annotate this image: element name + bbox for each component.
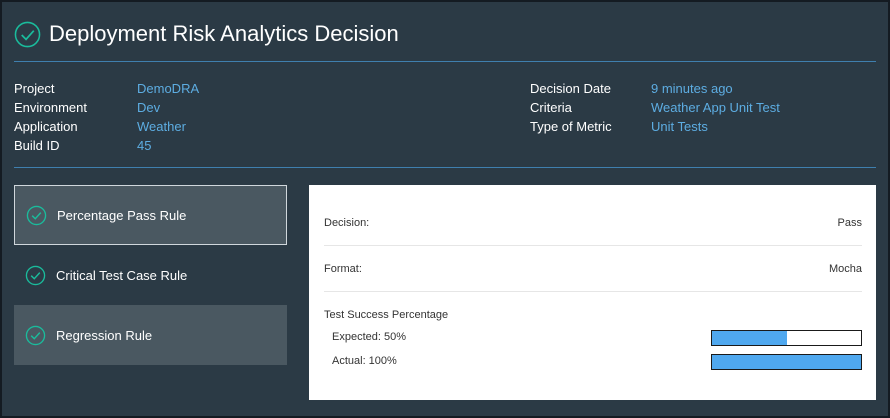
success-percentage-title: Test Success Percentage xyxy=(324,309,449,321)
actual-row: Actual: 100% xyxy=(332,354,862,370)
page-title: Deployment Risk Analytics Decision xyxy=(49,21,399,46)
project-link[interactable]: DemoDRA xyxy=(137,81,199,96)
metric-type-link[interactable]: Unit Tests xyxy=(651,119,708,134)
rule-item-regression[interactable]: Regression Rule xyxy=(14,305,287,365)
expected-row: Expected: 50% xyxy=(332,330,862,346)
actual-label: Actual: 100% xyxy=(332,355,397,367)
decision-value: Pass xyxy=(837,217,862,229)
page-header: Deployment Risk Analytics Decision xyxy=(14,16,399,52)
format-row: Format: Mocha xyxy=(324,263,862,275)
meta-row-criteria: Criteria Weather App Unit Test xyxy=(530,98,780,117)
rule-label: Critical Test Case Rule xyxy=(56,267,188,283)
check-circle-icon xyxy=(25,325,46,345)
build-info-right: Decision Date 9 minutes ago Criteria Wea… xyxy=(530,79,780,136)
decision-window: Deployment Risk Analytics Decision Proje… xyxy=(0,0,890,418)
rule-label: Percentage Pass Rule xyxy=(57,207,187,223)
header-divider xyxy=(14,61,876,62)
info-divider xyxy=(14,167,876,168)
build-info-left: Project DemoDRA Environment Dev Applicat… xyxy=(14,79,199,155)
criteria-link[interactable]: Weather App Unit Test xyxy=(651,100,780,115)
meta-label: Project xyxy=(14,81,55,96)
environment-link[interactable]: Dev xyxy=(137,100,160,115)
meta-row-environment: Environment Dev xyxy=(14,98,199,117)
row-divider xyxy=(324,245,862,246)
format-value: Mocha xyxy=(828,263,862,275)
check-circle-icon xyxy=(25,265,46,285)
decision-row: Decision: Pass xyxy=(324,217,862,229)
actual-progress-fill xyxy=(712,355,861,369)
meta-label: Environment xyxy=(14,100,87,115)
decision-label: Decision: xyxy=(324,217,370,229)
meta-row-project: Project DemoDRA xyxy=(14,79,199,98)
row-divider xyxy=(324,291,862,292)
meta-row-build-id: Build ID 45 xyxy=(14,136,199,155)
meta-label: Criteria xyxy=(530,100,572,115)
meta-row-application: Application Weather xyxy=(14,117,199,136)
format-label: Format: xyxy=(324,263,362,275)
actual-progress-bar xyxy=(711,354,862,370)
check-circle-icon xyxy=(14,21,41,47)
expected-progress-fill xyxy=(712,331,787,345)
application-link[interactable]: Weather xyxy=(137,119,186,134)
meta-label: Build ID xyxy=(14,138,60,153)
expected-label: Expected: 50% xyxy=(332,331,406,343)
rule-label: Regression Rule xyxy=(56,327,153,343)
meta-label: Decision Date xyxy=(530,81,611,96)
meta-label: Application xyxy=(14,119,78,134)
decision-date-value: 9 minutes ago xyxy=(651,81,733,96)
build-id-link[interactable]: 45 xyxy=(137,138,151,153)
check-circle-icon xyxy=(26,205,47,225)
expected-progress-bar xyxy=(711,330,862,346)
rule-item-critical-test-case[interactable]: Critical Test Case Rule xyxy=(14,245,287,305)
meta-row-metric-type: Type of Metric Unit Tests xyxy=(530,117,780,136)
rule-detail-panel: Decision: Pass Format: Mocha Test Succes… xyxy=(309,185,876,400)
rule-item-percentage-pass[interactable]: Percentage Pass Rule xyxy=(14,185,287,245)
meta-label: Type of Metric xyxy=(530,119,612,134)
meta-row-decision-date: Decision Date 9 minutes ago xyxy=(530,79,780,98)
